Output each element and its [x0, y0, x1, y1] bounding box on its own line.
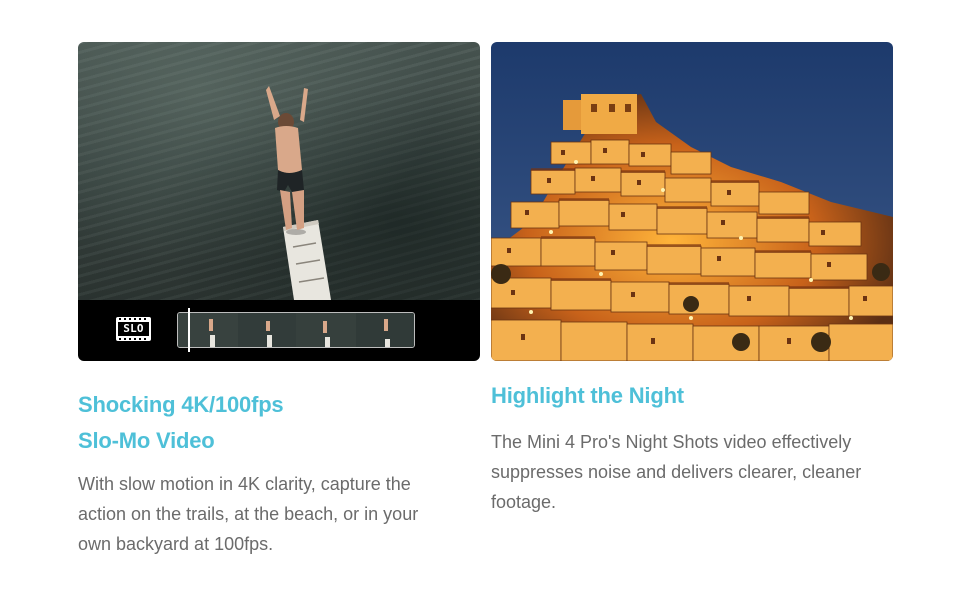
slowmo-title-line2: Slo-Mo Video — [78, 428, 215, 453]
slowmo-image: SLO — [78, 42, 480, 361]
feature-card-slowmo: SLO Shocking 4K/100fps Slo-Mo Video With… — [78, 42, 480, 554]
slowmo-title-line1: Shocking 4K/100fps — [78, 392, 284, 417]
slo-badge-label: SLO — [123, 322, 144, 335]
timeline-playhead — [188, 308, 190, 352]
night-town-image — [491, 42, 893, 361]
slowmo-timeline-bar: SLO — [78, 300, 480, 361]
slowmo-title: Shocking 4K/100fps Slo-Mo Video — [78, 387, 438, 459]
slo-badge: SLO — [116, 317, 151, 341]
night-title: Highlight the Night — [491, 383, 684, 408]
video-timeline — [177, 312, 415, 348]
night-town-illustration — [491, 42, 893, 361]
timeline-frames — [178, 313, 414, 347]
feature-card-night: Highlight the Night The Mini 4 Pro's Nig… — [491, 42, 893, 512]
diver-illustration — [266, 86, 331, 300]
night-description: The Mini 4 Pro's Night Shots video effec… — [491, 432, 862, 512]
slowmo-description: With slow motion in 4K clarity, capture … — [78, 474, 419, 554]
